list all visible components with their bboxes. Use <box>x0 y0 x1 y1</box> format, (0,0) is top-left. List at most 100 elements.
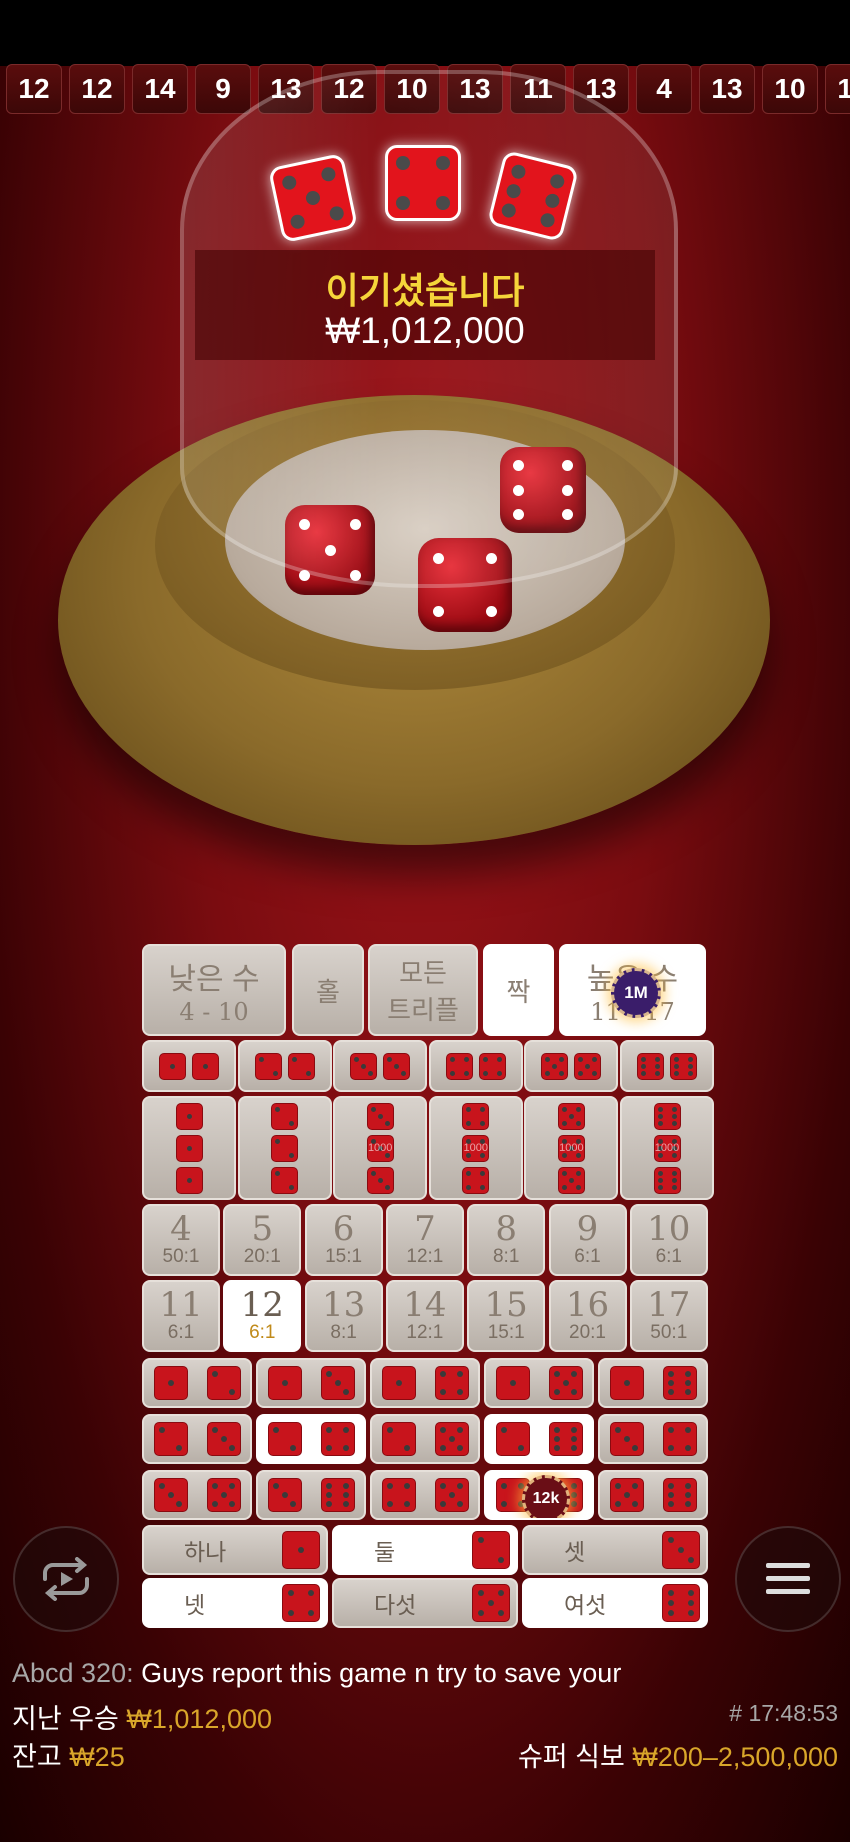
die-pip <box>466 1106 472 1112</box>
table-limits[interactable]: 슈퍼 식보 ₩200–2,500,000 <box>518 1735 838 1774</box>
die-pip <box>229 1500 236 1507</box>
die-pip <box>641 1070 646 1076</box>
total-15-bet[interactable]: 15 15:1 <box>467 1280 546 1352</box>
double-6-bet[interactable] <box>620 1040 714 1092</box>
combo-3-4-bet[interactable] <box>598 1414 708 1464</box>
combo-1-4-bet[interactable] <box>370 1358 480 1408</box>
die-pip <box>671 1184 677 1190</box>
combo-2-5-bet[interactable] <box>370 1414 480 1464</box>
die-pip <box>448 1492 455 1498</box>
die-1-icon <box>609 1366 644 1400</box>
total-9-bet[interactable]: 9 6:1 <box>548 1204 627 1276</box>
die-pip <box>571 1371 578 1378</box>
combo-4-6-bet[interactable]: 12k <box>484 1470 594 1520</box>
die-3-icon <box>609 1422 644 1456</box>
single-label: 넷 <box>184 1592 206 1618</box>
result-die <box>267 152 359 244</box>
die-2-icon <box>267 1422 302 1456</box>
single-3-bet[interactable]: 셋 <box>522 1525 708 1575</box>
odd-bet-label: 홀 <box>316 976 340 1007</box>
triple-2-bet[interactable] <box>237 1096 332 1200</box>
die-6-icon <box>662 1584 700 1622</box>
double-1-bet[interactable] <box>142 1040 236 1092</box>
triple-4-bet[interactable]: 1000 <box>428 1096 523 1200</box>
die-pip <box>655 1070 660 1076</box>
triple-1-bet[interactable] <box>142 1096 236 1200</box>
faded-chip-value: 1000 <box>463 1142 489 1154</box>
high-bet[interactable]: 높은 수11 - 171M <box>559 944 706 1036</box>
low-bet[interactable]: 낮은 수4 - 10 <box>142 944 286 1036</box>
total-7-bet[interactable]: 7 12:1 <box>385 1204 464 1276</box>
menu-button[interactable] <box>735 1526 841 1632</box>
total-11-bet[interactable]: 11 6:1 <box>142 1280 220 1352</box>
double-5-bet[interactable] <box>524 1040 619 1092</box>
combo-1-3-bet[interactable] <box>256 1358 366 1408</box>
single-1-bet[interactable]: 하나 <box>142 1525 328 1575</box>
any-triple-bet[interactable]: 모든 트리플 <box>368 944 478 1036</box>
triple-3-bet[interactable]: 1000 <box>333 1096 428 1200</box>
win-label: 이기셨습니다 <box>325 270 525 311</box>
die-4-icon <box>434 1366 469 1400</box>
total-16-bet[interactable]: 16 20:1 <box>548 1280 627 1352</box>
die-pip <box>671 1177 677 1183</box>
combo-2-4-bet[interactable] <box>256 1414 366 1464</box>
total-4-bet[interactable]: 4 50:1 <box>142 1204 220 1276</box>
combo-1-5-bet[interactable] <box>484 1358 594 1408</box>
triple-6-bet[interactable]: 1000 <box>620 1096 714 1200</box>
combo-1-2-bet[interactable] <box>142 1358 252 1408</box>
die-pip <box>568 1113 574 1119</box>
total-6-bet[interactable]: 6 15:1 <box>304 1204 383 1276</box>
combo-2-3-bet[interactable] <box>142 1414 252 1464</box>
die-pip <box>176 1500 183 1507</box>
total-8-bet[interactable]: 8 8:1 <box>467 1204 546 1276</box>
single-label: 셋 <box>564 1539 586 1565</box>
die-pip <box>395 1380 402 1386</box>
total-5-bet[interactable]: 5 20:1 <box>223 1204 302 1276</box>
total-13-bet[interactable]: 13 8:1 <box>304 1280 383 1352</box>
repeat-bet-button[interactable] <box>13 1526 119 1632</box>
die-4-icon <box>445 1052 473 1080</box>
total-14-bet[interactable]: 14 12:1 <box>385 1280 464 1352</box>
combo-5-6-bet[interactable] <box>598 1470 708 1520</box>
die-pip <box>435 195 450 210</box>
die-pip <box>614 1427 621 1434</box>
die-pip <box>667 1427 674 1434</box>
combo-3-6-bet[interactable] <box>256 1470 366 1520</box>
double-3-bet[interactable] <box>333 1040 428 1092</box>
single-5-bet[interactable]: 다섯 <box>332 1578 518 1628</box>
combo-3-5-bet[interactable] <box>142 1470 252 1520</box>
die-3-icon <box>267 1478 302 1512</box>
total-odds: 8:1 <box>492 1246 520 1267</box>
balance: 잔고 ₩25 <box>12 1735 125 1774</box>
double-2-bet[interactable] <box>237 1040 332 1092</box>
die-pip <box>623 1436 630 1442</box>
combo-2-6-bet[interactable] <box>484 1414 594 1464</box>
combo-4-5-bet[interactable] <box>370 1470 480 1520</box>
die-4-icon <box>462 1102 490 1130</box>
odd-bet[interactable]: 홀 <box>292 944 364 1036</box>
even-bet[interactable]: 짝 <box>483 944 554 1036</box>
single-6-bet[interactable]: 여섯 <box>522 1578 708 1628</box>
triple-5-bet[interactable]: 1000 <box>524 1096 619 1200</box>
die-pip <box>211 1427 218 1434</box>
single-4-bet[interactable]: 넷 <box>142 1578 328 1628</box>
total-17-bet[interactable]: 17 50:1 <box>629 1280 708 1352</box>
low-bet-label: 낮은 수 <box>168 963 260 996</box>
die-pip <box>667 1388 674 1395</box>
total-12-bet[interactable]: 12 6:1 <box>223 1280 302 1352</box>
die-pip <box>496 1056 502 1062</box>
die-pip <box>186 1145 192 1151</box>
die-6-icon <box>637 1052 664 1080</box>
die-pip <box>275 1106 281 1112</box>
die-pip <box>561 1120 567 1126</box>
single-2-bet[interactable]: 둘 <box>332 1525 518 1575</box>
combo-1-6-bet[interactable] <box>598 1358 708 1408</box>
game-name: 슈퍼 식보 <box>517 1742 625 1772</box>
die-pip <box>289 1184 295 1190</box>
die-pip <box>325 1371 332 1378</box>
win-amount: ₩1,012,000 <box>325 310 525 351</box>
total-10-bet[interactable]: 10 6:1 <box>629 1204 708 1276</box>
double-4-bet[interactable] <box>428 1040 523 1092</box>
die-5-icon <box>434 1422 469 1456</box>
die-pip <box>211 1483 218 1490</box>
